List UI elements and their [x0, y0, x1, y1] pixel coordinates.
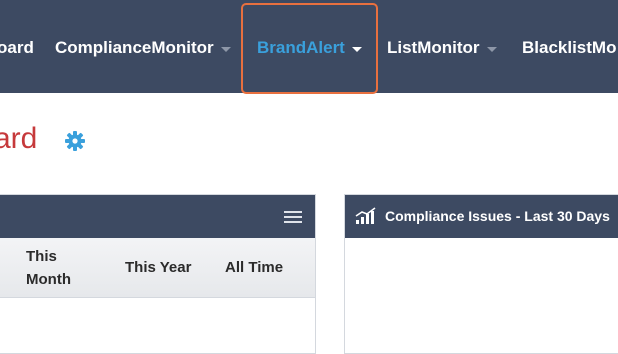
top-navbar: oard ComplianceMonitor BrandAlert ListMo… — [0, 0, 618, 94]
caret-down-icon — [486, 46, 497, 52]
nav-item-label: oard — [0, 38, 34, 57]
nav-item-blacklistmonitor[interactable]: BlacklistMo — [522, 36, 616, 60]
nav-item-label: ListMonitor — [387, 38, 480, 57]
brandalert-highlight-box — [241, 3, 378, 94]
hamburger-menu-icon[interactable] — [284, 211, 302, 223]
nav-item-dashboard[interactable]: oard — [0, 36, 34, 60]
nav-item-listmonitor[interactable]: ListMonitor — [387, 36, 497, 60]
compliance-issues-panel: Compliance Issues - Last 30 Days — [344, 194, 618, 354]
panel-title: Compliance Issues - Last 30 Days — [385, 208, 610, 224]
gear-icon[interactable] — [63, 129, 87, 153]
stats-panel: This Month This Year All Time — [0, 194, 316, 354]
compliance-issues-panel-header: Compliance Issues - Last 30 Days — [345, 195, 618, 238]
nav-item-label: ComplianceMonitor — [55, 38, 214, 57]
table-header-row: This Month This Year All Time — [0, 238, 315, 298]
column-header-this-month[interactable]: This Month — [26, 245, 71, 291]
column-header-all-time[interactable]: All Time — [225, 256, 283, 279]
nav-item-compliancemonitor[interactable]: ComplianceMonitor — [55, 36, 231, 60]
bar-chart-icon — [355, 207, 376, 224]
column-header-this-year[interactable]: This Year — [125, 256, 191, 279]
page-title: ard — [0, 122, 38, 155]
nav-item-label: BlacklistMo — [522, 38, 617, 57]
stats-panel-header — [0, 195, 315, 238]
caret-down-icon — [220, 46, 231, 52]
